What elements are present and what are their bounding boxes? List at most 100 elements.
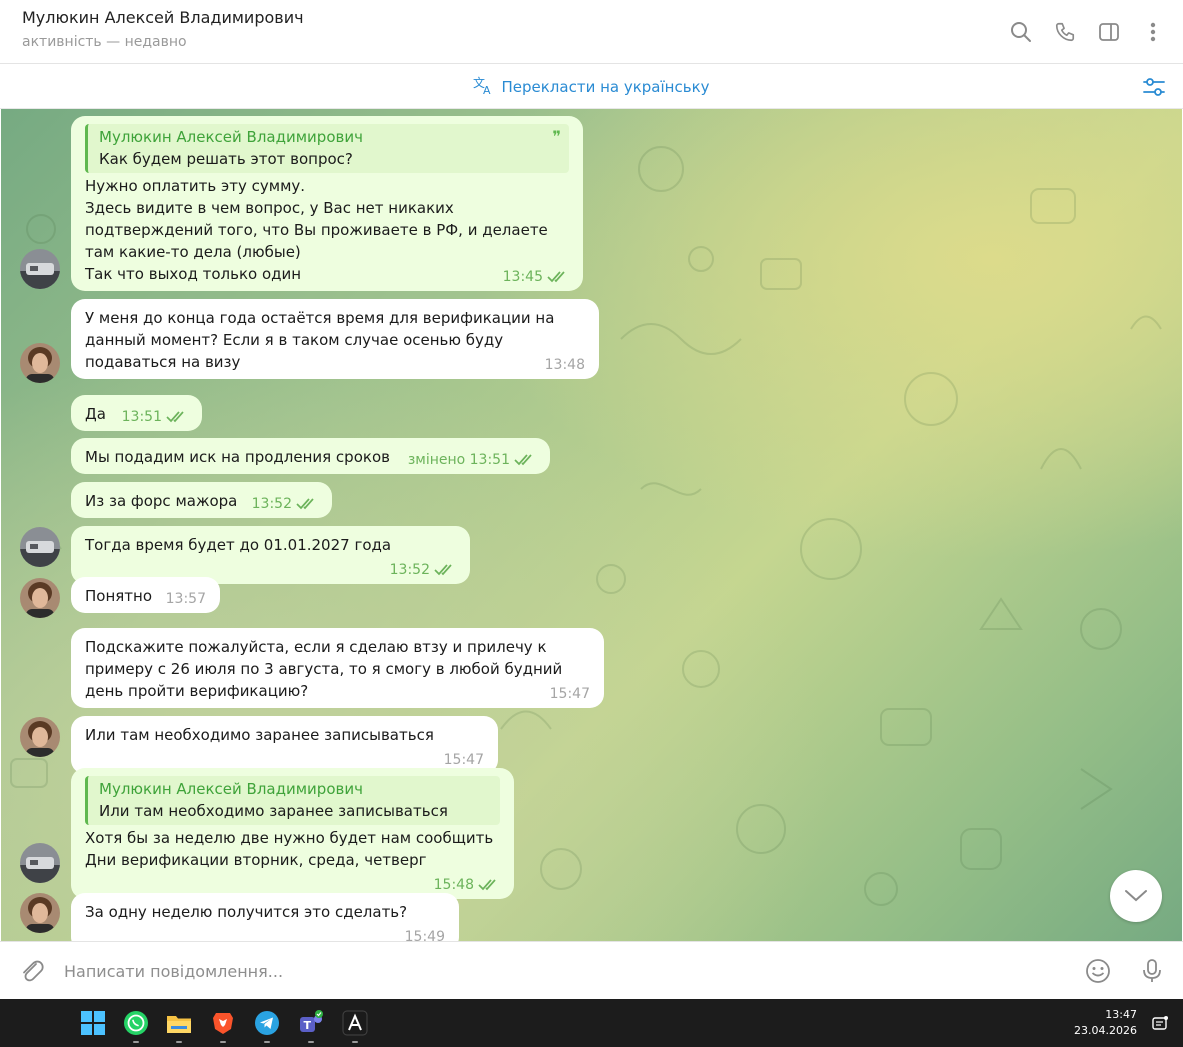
message-meta: 13:52 (252, 496, 318, 512)
double-check-icon (514, 454, 532, 466)
message-text: Понятно (85, 587, 153, 605)
message-text: Нужно оплатить эту сумму. Здесь видите в… (85, 177, 548, 283)
filter-settings-icon[interactable] (1141, 74, 1167, 100)
translate-button[interactable]: 文A Перекласти на українську (0, 75, 1183, 99)
double-check-icon (166, 411, 184, 423)
message-text: Да (85, 405, 106, 423)
system-clock[interactable]: 13:47 23.04.2026 (1074, 1007, 1137, 1039)
avatar[interactable] (20, 527, 60, 567)
contact-status: активність — недавно (22, 34, 187, 50)
message-bubble[interactable]: Мы подадим иск на продления сроков зміне… (71, 438, 550, 474)
whatsapp-icon[interactable] (123, 1010, 149, 1036)
message-time: 13:48 (544, 357, 585, 373)
message-text: За одну неделю получится это сделать? (85, 903, 408, 921)
chat-header: Мулюкин Алексей Владимирович активність … (0, 0, 1183, 64)
message-meta: 13:45 (503, 269, 569, 285)
message-time: 13:52 (389, 562, 430, 578)
running-indicator (308, 1041, 314, 1043)
message-time: змінено 13:51 (407, 452, 510, 468)
message-text: Хотя бы за неделю две нужно будет нам со… (85, 829, 494, 869)
search-icon[interactable] (1007, 18, 1035, 46)
running-indicator (220, 1041, 226, 1043)
microphone-icon[interactable] (1138, 957, 1166, 985)
more-vertical-icon[interactable] (1139, 18, 1167, 46)
acrobat-icon[interactable] (342, 1010, 368, 1036)
running-indicator (133, 1041, 139, 1043)
message-bubble[interactable]: Мулюкин Алексей Владимирович Как будем р… (71, 116, 583, 291)
message-meta: 15:49 (405, 929, 445, 941)
sidebar-toggle-icon[interactable] (1095, 18, 1123, 46)
header-actions (1007, 18, 1167, 46)
chat-area[interactable]: Мулюкин Алексей Владимирович Как будем р… (1, 109, 1182, 941)
message-meta: 15:47 (550, 686, 590, 702)
quote-author: Мулюкин Алексей Владимирович (99, 780, 363, 798)
teams-icon[interactable]: T (298, 1010, 324, 1036)
message-text: Подскажите пожалуйста, если я сделаю втз… (85, 638, 568, 700)
message-bubble[interactable]: Или там необходимо заранее записываться … (71, 716, 498, 774)
windows-taskbar: T 13:47 23.04.2026 (0, 999, 1183, 1047)
translate-icon: 文A (473, 75, 495, 99)
emoji-icon[interactable] (1084, 957, 1112, 985)
scroll-to-bottom-button[interactable] (1110, 870, 1162, 922)
message-time: 13:52 (251, 496, 292, 512)
double-check-icon (547, 271, 565, 283)
quote-mark-icon: ❞ (552, 127, 561, 146)
avatar[interactable] (20, 249, 60, 289)
running-indicator (176, 1041, 182, 1043)
chevron-down-icon (1125, 890, 1147, 902)
brave-browser-icon[interactable] (210, 1010, 236, 1036)
message-text: Или там необходимо заранее записываться (85, 726, 434, 744)
svg-text:A: A (483, 84, 491, 95)
message-time: 13:57 (165, 591, 206, 607)
message-composer (0, 941, 1183, 999)
message-time: 13:51 (121, 409, 162, 425)
message-bubble[interactable]: Мулюкин Алексей Владимирович Или там нео… (71, 768, 514, 899)
message-bubble[interactable]: Подскажите пожалуйста, если я сделаю втз… (71, 628, 604, 708)
telegram-icon[interactable] (254, 1010, 280, 1036)
svg-text:T: T (304, 1019, 312, 1032)
message-text: У меня до конца года остаётся время для … (85, 309, 560, 371)
double-check-icon (478, 879, 496, 891)
translate-label: Перекласти на українську (501, 78, 710, 96)
reply-quote[interactable]: Мулюкин Алексей Владимирович Как будем р… (85, 124, 569, 173)
message-meta: змінено 13:51 (408, 452, 536, 468)
message-meta: 13:48 (545, 357, 585, 373)
running-indicator (352, 1041, 358, 1043)
file-explorer-icon[interactable] (166, 1010, 192, 1036)
double-check-icon (434, 564, 452, 576)
message-meta: 13:57 (166, 591, 206, 607)
message-meta: 15:48 (434, 877, 500, 893)
message-time: 15:49 (404, 929, 445, 941)
clock-time: 13:47 (1105, 1008, 1137, 1021)
reply-quote[interactable]: Мулюкин Алексей Владимирович Или там нео… (85, 776, 500, 825)
notification-icon[interactable] (1151, 1015, 1169, 1033)
quote-text: Как будем решать этот вопрос? (99, 150, 353, 168)
double-check-icon (296, 498, 314, 510)
message-time: 13:45 (502, 269, 543, 285)
clock-date: 23.04.2026 (1074, 1024, 1137, 1037)
message-text: Тогда время будет до 01.01.2027 года (85, 536, 392, 554)
contact-name[interactable]: Мулюкин Алексей Владимирович (22, 8, 304, 27)
message-meta: 15:47 (444, 752, 484, 768)
translate-bar: 文A Перекласти на українську (0, 64, 1183, 109)
running-indicator (264, 1041, 270, 1043)
phone-icon[interactable] (1051, 18, 1079, 46)
attach-icon[interactable] (18, 957, 46, 985)
message-bubble[interactable]: За одну неделю получится это сделать? 15… (71, 893, 459, 941)
message-input[interactable] (64, 956, 1064, 986)
message-bubble[interactable]: Из за форс мажора 13:52 (71, 482, 332, 518)
avatar[interactable] (20, 843, 60, 883)
windows-start-icon[interactable] (80, 1010, 106, 1036)
avatar[interactable] (20, 717, 60, 757)
avatar[interactable] (20, 343, 60, 383)
message-bubble[interactable]: У меня до конца года остаётся время для … (71, 299, 599, 379)
message-bubble[interactable]: Тогда время будет до 01.01.2027 года 13:… (71, 526, 470, 584)
message-text: Мы подадим иск на продления сроков (85, 448, 390, 466)
message-time: 15:47 (549, 686, 590, 702)
message-bubble[interactable]: Понятно 13:57 (71, 577, 220, 613)
quote-text: Или там необходимо заранее записываться (99, 802, 448, 820)
quote-author: Мулюкин Алексей Владимирович (99, 128, 363, 146)
avatar[interactable] (20, 578, 60, 618)
message-bubble[interactable]: Да 13:51 (71, 395, 202, 431)
avatar[interactable] (20, 893, 60, 933)
